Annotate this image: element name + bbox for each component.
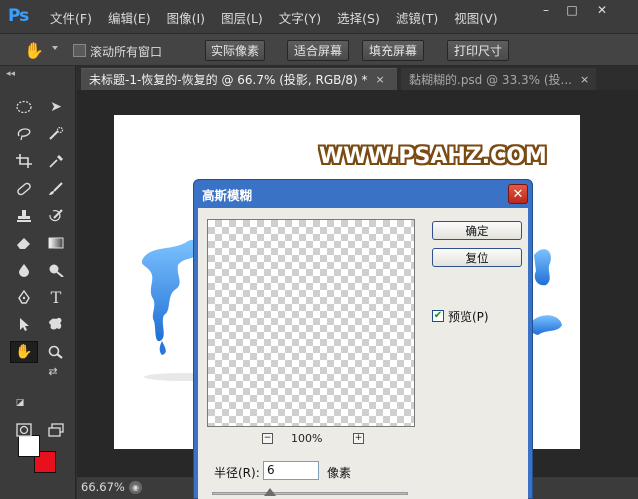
custom-shape-tool-icon[interactable] [42,313,70,335]
chevron-down-icon[interactable] [52,46,58,50]
actual-pixels-button[interactable]: 实际像素 [205,40,265,61]
print-size-button[interactable]: 打印尺寸 [447,40,509,61]
preview-checkbox[interactable]: ✔ [432,310,444,322]
swap-colors-icon[interactable]: ⇄ [44,364,62,378]
healing-brush-tool-icon[interactable] [10,178,38,200]
blur-tool-icon[interactable] [10,259,38,281]
menu-edit[interactable]: 编辑(E) [108,8,151,27]
quick-mask-icon[interactable] [10,419,38,441]
radius-slider-track[interactable] [212,492,408,495]
collapse-panel-icon[interactable]: ◂◂ [6,69,15,79]
zoom-tool-icon[interactable] [42,341,70,363]
scroll-all-windows-checkbox[interactable] [73,44,86,57]
fill-screen-button[interactable]: 填充屏幕 [362,40,424,61]
preview-checkbox-label: 预览(P) [448,310,489,324]
tools-panel: ◂◂ ➤ T ✋ ⇄ ◪ [0,66,76,499]
brush-tool-icon[interactable] [42,178,70,200]
blur-preview[interactable] [207,219,415,427]
default-colors-icon[interactable]: ◪ [12,396,28,410]
close-icon[interactable]: × [376,73,385,86]
radius-label: 半径(R): [214,466,260,480]
dialog-close-button[interactable]: ✕ [508,184,528,204]
main-menu: 文件(F) 编辑(E) 图像(I) 图层(L) 文字(Y) 选择(S) 滤镜(T… [50,0,514,34]
restore-button[interactable]: □ [560,2,584,18]
menu-layer[interactable]: 图层(L) [221,8,263,27]
lasso-tool-icon[interactable] [10,123,38,145]
photoshop-logo: Ps [8,6,29,26]
scroll-all-windows-label: 滚动所有窗口 [90,45,163,59]
move-tool-icon[interactable]: ➤ [42,96,70,118]
dialog-body: − 100% + 确定 复位 ✔ 预览(P) 半径(R): 6 像素 [198,208,528,499]
tab-label: 黏糊糊的.psd @ 33.3% (投... [409,72,572,87]
hand-tool-preset-icon[interactable]: ✋ [24,41,44,60]
radius-unit: 像素 [327,466,352,480]
menu-type[interactable]: 文字(Y) [279,8,321,27]
options-bar: ✋ 滚动所有窗口 实际像素 适合屏幕 填充屏幕 打印尺寸 [0,34,638,66]
preview-zoom-percent: 100% [291,432,323,445]
menu-view[interactable]: 视图(V) [454,8,497,27]
pen-tool-icon[interactable] [10,286,38,308]
radius-input[interactable]: 6 [263,461,319,480]
path-selection-tool-icon[interactable] [10,313,38,335]
window-close-button[interactable]: ✕ [590,2,614,18]
menu-bar: Ps 文件(F) 编辑(E) 图像(I) 图层(L) 文字(Y) 选择(S) 滤… [0,0,638,34]
quick-selection-tool-icon[interactable] [42,123,70,145]
status-info-icon[interactable]: ◉ [129,481,142,494]
zoom-level[interactable]: 66.67% [81,480,125,494]
minimize-button[interactable]: – [534,2,558,18]
radius-slider-thumb[interactable] [264,488,276,496]
tab-document-1[interactable]: 未标题-1-恢复的-恢复的 @ 66.7% (投影, RGB/8) * × [81,68,397,90]
zoom-out-button[interactable]: − [262,433,273,444]
dodge-tool-icon[interactable] [42,259,70,281]
screen-mode-icon[interactable] [42,419,70,441]
tab-document-2[interactable]: 黏糊糊的.psd @ 33.3% (投... × [401,68,596,90]
hand-tool-icon[interactable]: ✋ [10,341,38,363]
menu-select[interactable]: 选择(S) [337,8,380,27]
tab-label: 未标题-1-恢复的-恢复的 @ 66.7% (投影, RGB/8) * [89,73,368,87]
dialog-title: 高斯模糊 [202,188,253,203]
ok-button[interactable]: 确定 [432,221,522,240]
clone-stamp-tool-icon[interactable] [10,205,38,227]
type-tool-icon[interactable]: T [42,286,70,308]
menu-filter[interactable]: 滤镜(T) [396,8,438,27]
gaussian-blur-dialog: 高斯模糊 ✕ − 100% + 确定 复位 ✔ 预览(P) 半径(R): 6 像… [193,179,533,499]
eraser-tool-icon[interactable] [10,232,38,254]
fit-screen-button[interactable]: 适合屏幕 [287,40,349,61]
marquee-tool-icon[interactable] [10,96,38,118]
menu-image[interactable]: 图像(I) [167,8,205,27]
menu-file[interactable]: 文件(F) [50,8,92,27]
history-brush-tool-icon[interactable] [42,205,70,227]
close-icon[interactable]: × [580,73,589,86]
document-tabs: 未标题-1-恢复的-恢复的 @ 66.7% (投影, RGB/8) * × 黏糊… [77,66,638,90]
reset-button[interactable]: 复位 [432,248,522,267]
zoom-in-button[interactable]: + [353,433,364,444]
crop-tool-icon[interactable] [10,150,38,172]
eyedropper-tool-icon[interactable] [42,150,70,172]
gradient-tool-icon[interactable] [42,232,70,254]
